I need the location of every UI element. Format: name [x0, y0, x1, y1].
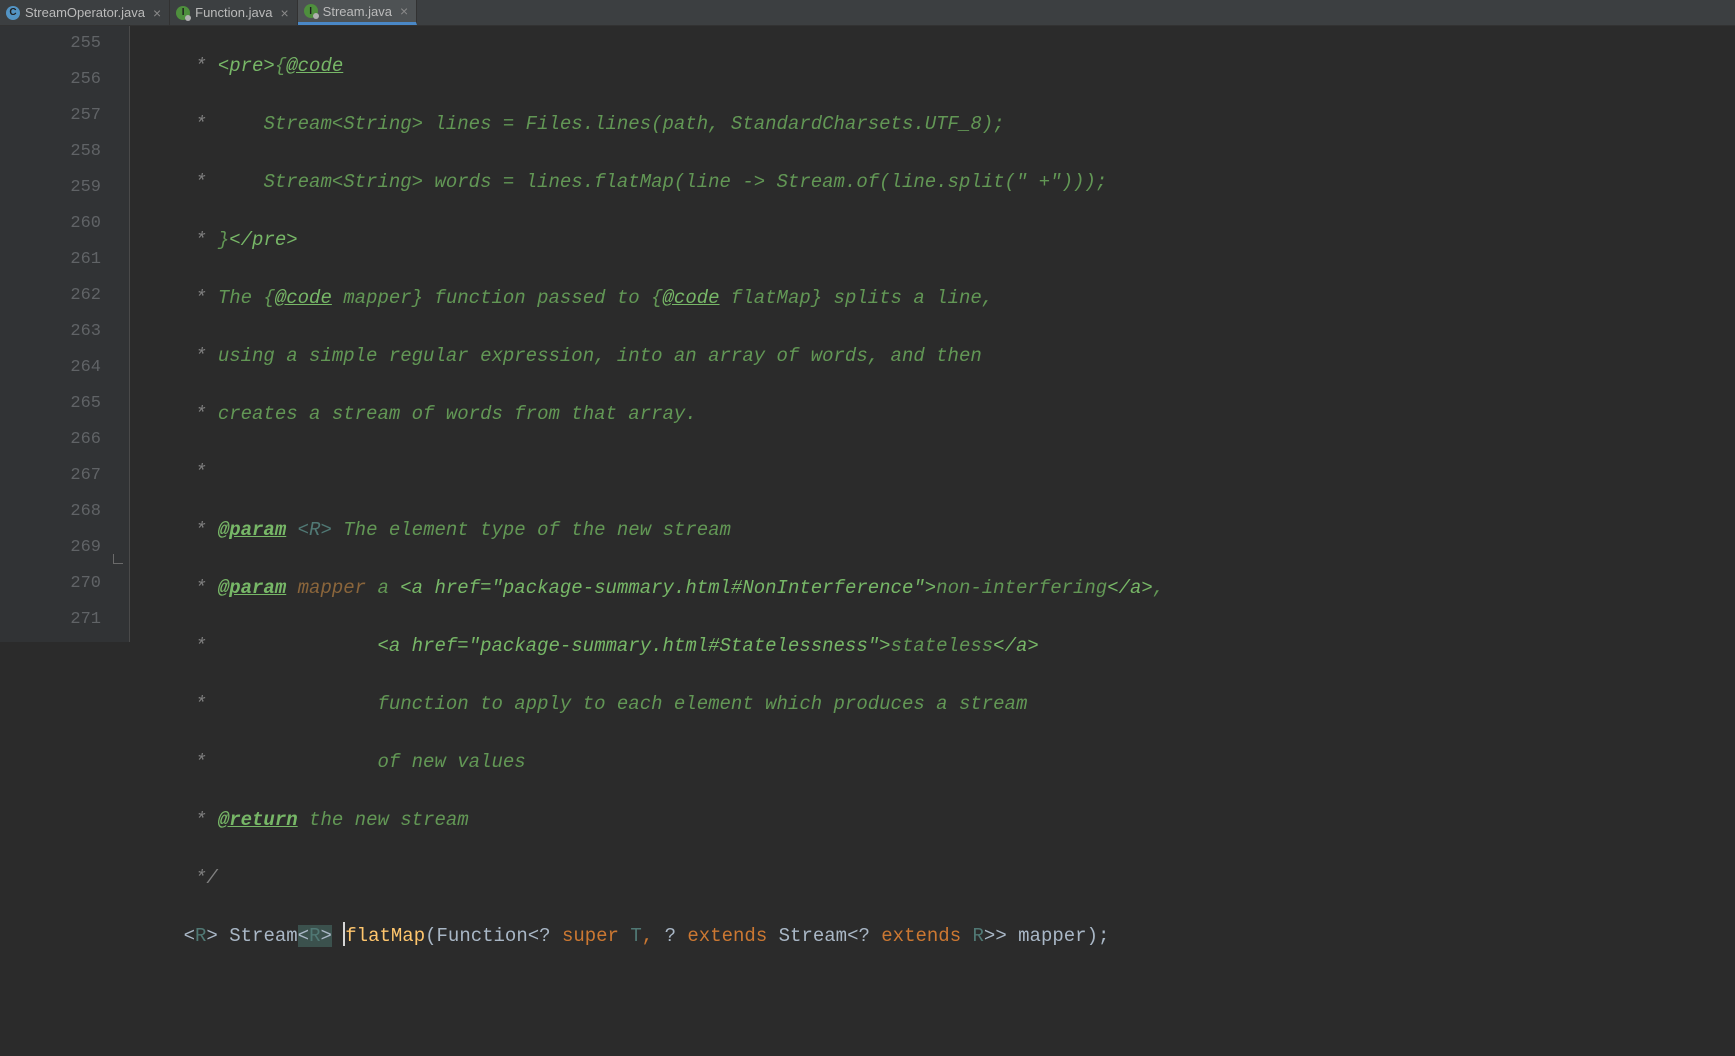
code-area[interactable]: * <pre>{@code * Stream<String> lines = F…: [130, 26, 1735, 642]
code-line[interactable]: * function to apply to each element whic…: [138, 686, 1735, 722]
code-line[interactable]: <R> Stream<R> flatMap(Function<? super T…: [138, 918, 1735, 954]
tab-label: StreamOperator.java: [25, 5, 145, 20]
tab-label: Stream.java: [323, 4, 392, 19]
line-number[interactable]: 258: [0, 134, 101, 170]
close-icon[interactable]: ×: [280, 5, 288, 21]
lock-icon: [313, 13, 319, 19]
code-line[interactable]: * @param <R> The element type of the new…: [138, 512, 1735, 548]
line-number[interactable]: 263: [0, 314, 101, 350]
line-number[interactable]: 257: [0, 98, 101, 134]
line-number[interactable]: 265: [0, 386, 101, 422]
line-number[interactable]: 268: [0, 494, 101, 530]
close-icon[interactable]: ×: [153, 5, 161, 21]
gutter[interactable]: 255 256 257 258 259 260 261 262 263 264 …: [0, 26, 130, 642]
class-icon: C: [6, 6, 20, 20]
line-number[interactable]: 255: [0, 26, 101, 62]
line-number[interactable]: 267: [0, 458, 101, 494]
code-line[interactable]: [138, 976, 1735, 1012]
tab-streamoperator[interactable]: C StreamOperator.java ×: [0, 0, 170, 25]
line-number[interactable]: 261: [0, 242, 101, 278]
code-line[interactable]: * }</pre>: [138, 222, 1735, 258]
fold-icon[interactable]: [113, 543, 123, 579]
line-number[interactable]: 262: [0, 278, 101, 314]
editor-tabs: C StreamOperator.java × I Function.java …: [0, 0, 1735, 26]
tab-label: Function.java: [195, 5, 272, 20]
tab-stream[interactable]: I Stream.java ×: [298, 0, 418, 25]
line-number[interactable]: 264: [0, 350, 101, 386]
code-line[interactable]: * using a simple regular expression, int…: [138, 338, 1735, 374]
tab-function[interactable]: I Function.java ×: [170, 0, 298, 25]
code-line[interactable]: * Stream<String> lines = Files.lines(pat…: [138, 106, 1735, 142]
code-line[interactable]: * of new values: [138, 744, 1735, 780]
code-line[interactable]: * @return the new stream: [138, 802, 1735, 838]
line-number[interactable]: 269: [0, 530, 101, 566]
lock-icon: [185, 15, 191, 21]
interface-icon: I: [176, 6, 190, 20]
editor: 255 256 257 258 259 260 261 262 263 264 …: [0, 26, 1735, 642]
code-line[interactable]: * @param mapper a <a href="package-summa…: [138, 570, 1735, 606]
code-line[interactable]: * Stream<String> words = lines.flatMap(l…: [138, 164, 1735, 200]
close-icon[interactable]: ×: [400, 3, 408, 19]
line-number[interactable]: 266: [0, 422, 101, 458]
interface-icon: I: [304, 4, 318, 18]
line-number[interactable]: 270 ↓: [0, 566, 101, 602]
code-line[interactable]: */: [138, 860, 1735, 896]
code-line[interactable]: * The {@code mapper} function passed to …: [138, 280, 1735, 316]
code-line[interactable]: * <pre>{@code: [138, 48, 1735, 84]
line-number[interactable]: 256: [0, 62, 101, 98]
code-line[interactable]: * creates a stream of words from that ar…: [138, 396, 1735, 432]
code-line[interactable]: *: [138, 454, 1735, 490]
line-number[interactable]: 271: [0, 602, 101, 638]
code-line[interactable]: * <a href="package-summary.html#Stateles…: [138, 628, 1735, 664]
line-number[interactable]: 260: [0, 206, 101, 242]
line-number[interactable]: 259: [0, 170, 101, 206]
